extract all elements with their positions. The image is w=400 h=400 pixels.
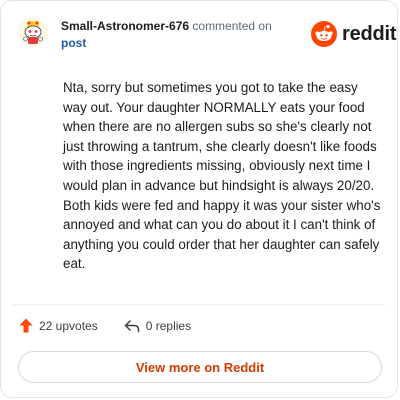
commented-on-text: commented on [192, 19, 272, 33]
upvote-count: 22 upvotes [39, 318, 98, 333]
reddit-snoo-icon [311, 21, 337, 47]
comment-header: Small-Astronomer-676 commented on post [61, 18, 301, 52]
post-link[interactable]: post [61, 36, 86, 50]
reply-count: 0 replies [145, 318, 192, 333]
reddit-wordmark: reddit [342, 22, 397, 45]
avatar-snoo-icon [18, 17, 48, 47]
username-link[interactable]: Small-Astronomer-676 [61, 19, 189, 33]
user-avatar[interactable] [18, 17, 48, 47]
upvote-action[interactable]: 22 upvotes [19, 318, 98, 333]
reply-icon [124, 319, 139, 332]
view-more-on-reddit-button[interactable]: View more on Reddit [18, 351, 382, 383]
reply-action[interactable]: 0 replies [124, 319, 191, 333]
comment-body-text: Nta, sorry but sometimes you got to take… [63, 80, 381, 272]
divider [13, 304, 385, 305]
comment-embed-card: Small-Astronomer-676 commented on post r… [0, 0, 398, 398]
comment-actions: 22 upvotes 0 replies [19, 318, 191, 333]
upvote-arrow-icon [19, 318, 33, 333]
reddit-logo[interactable]: reddit [311, 21, 397, 47]
